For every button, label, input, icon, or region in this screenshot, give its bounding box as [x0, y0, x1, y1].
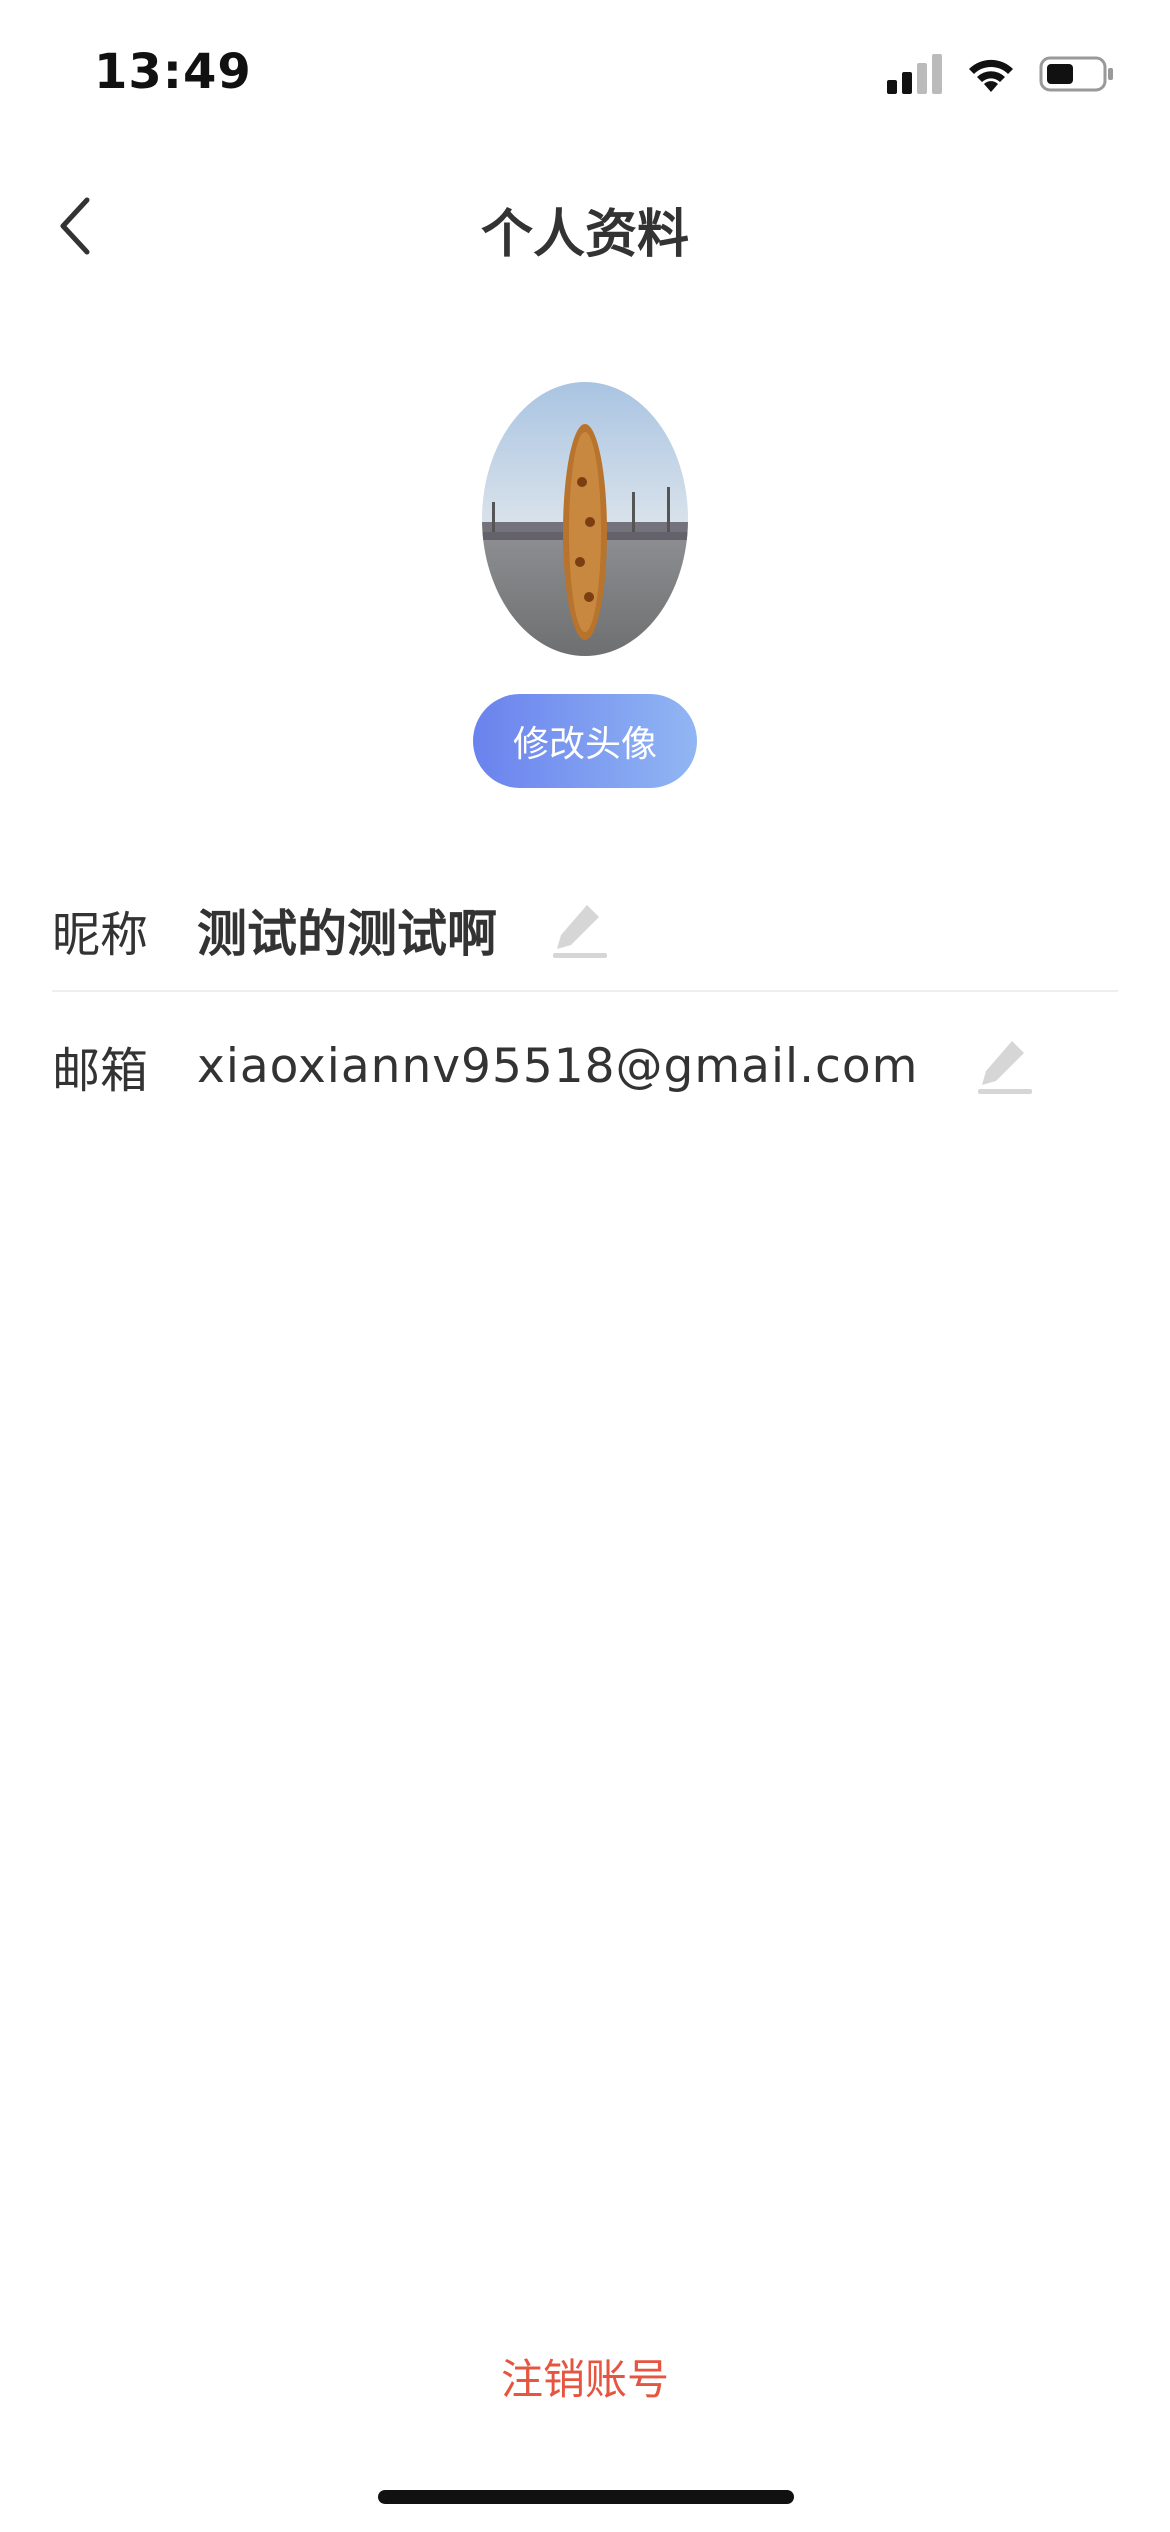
email-row: 邮箱 xiaoxiannv95518@gmail.com — [52, 1006, 1118, 1126]
home-indicator[interactable] — [378, 2490, 794, 2504]
pencil-icon[interactable] — [549, 899, 611, 961]
pencil-icon[interactable] — [974, 1035, 1036, 1097]
wifi-icon — [969, 59, 1013, 92]
nickname-label: 昵称 — [52, 907, 149, 963]
battery-icon — [1039, 56, 1113, 92]
nickname-value: 测试的测试啊 — [197, 905, 497, 963]
status-icons — [887, 52, 1115, 96]
signal-icon — [887, 54, 942, 94]
avatar[interactable] — [482, 382, 688, 656]
status-time: 13:49 — [94, 44, 252, 100]
change-avatar-button[interactable]: 修改头像 — [473, 694, 697, 788]
email-label: 邮箱 — [52, 1043, 149, 1099]
email-value: xiaoxiannv95518@gmail.com — [197, 1038, 919, 1094]
avatar-image — [482, 382, 688, 656]
nickname-row: 昵称 测试的测试啊 — [52, 870, 1118, 992]
page-title: 个人资料 — [480, 205, 689, 265]
delete-account-button[interactable]: 注销账号 — [0, 2346, 1170, 2407]
